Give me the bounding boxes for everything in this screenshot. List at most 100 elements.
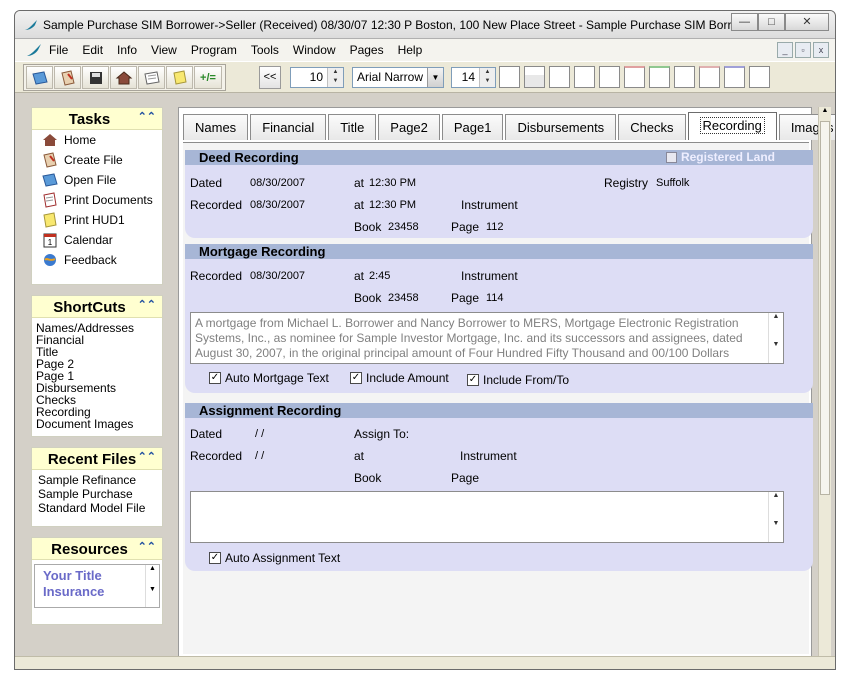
deed-dated-time-field[interactable]: 12:30 PM [369, 177, 416, 189]
assignment-recorded-field[interactable]: / / [255, 450, 264, 462]
menu-info[interactable]: Info [117, 43, 137, 57]
chevron-down-icon[interactable]: ▼ [427, 68, 443, 87]
menu-file[interactable]: File [49, 43, 68, 57]
tab-financial[interactable]: Financial [250, 114, 327, 140]
print-toolbar-button[interactable] [138, 66, 165, 89]
tab-disbursements[interactable]: Disbursements [505, 114, 617, 140]
menu-help[interactable]: Help [398, 43, 423, 57]
tab-title[interactable]: Title [328, 114, 377, 140]
resources-panel-header[interactable]: Resources ⌃⌃ [32, 538, 162, 560]
checkmark-icon[interactable]: ✓ [209, 552, 221, 564]
notes-toolbar-button[interactable] [166, 66, 193, 89]
task-print-documents[interactable]: Print Documents [32, 190, 162, 210]
recent-file-item[interactable]: Standard Model File [32, 502, 162, 514]
scroll-up-icon[interactable]: ▲ [819, 107, 831, 114]
task-home[interactable]: Home [32, 130, 162, 150]
create-file-toolbar-button[interactable] [54, 66, 81, 89]
recent-file-item[interactable]: Sample Purchase [32, 488, 162, 500]
deed-page-field[interactable]: 112 [486, 221, 504, 233]
font-size-stepper[interactable]: 14 ▲ ▼ [451, 67, 496, 88]
mortgage-recorded-field[interactable]: 08/30/2007 [250, 270, 305, 282]
format-box-button[interactable] [599, 66, 620, 88]
collapse-icon[interactable]: ⌃⌃ [138, 450, 156, 463]
collapse-icon[interactable]: ⌃⌃ [138, 540, 156, 553]
menu-program[interactable]: Program [191, 43, 237, 57]
mortgage-book-field[interactable]: 23458 [388, 292, 419, 304]
task-create-file[interactable]: Create File [32, 150, 162, 170]
checkmark-icon[interactable]: ✓ [350, 372, 362, 384]
format-box-button[interactable] [524, 66, 545, 88]
doc-restore-button[interactable]: ▫ [795, 42, 811, 58]
resource-item[interactable]: Your Title [43, 568, 159, 584]
previous-page-button[interactable]: << [259, 66, 281, 89]
assignment-text-area[interactable]: ▲ ▼ [190, 491, 784, 543]
assignment-dated-field[interactable]: / / [255, 428, 264, 440]
resources-list[interactable]: Your Title Insurance ▲ ▼ [34, 564, 160, 608]
stepper-arrows-icon[interactable]: ▲ ▼ [327, 68, 343, 87]
task-print-hud1[interactable]: Print HUD1 [32, 210, 162, 230]
format-box-button[interactable] [574, 66, 595, 88]
doc-close-button[interactable]: x [813, 42, 829, 58]
format-box-button[interactable] [724, 66, 745, 88]
shortcuts-panel-header[interactable]: ShortCuts ⌃⌃ [32, 296, 162, 318]
collapse-icon[interactable]: ⌃⌃ [138, 298, 156, 311]
tab-names[interactable]: Names [183, 114, 249, 140]
tab-checks[interactable]: Checks [618, 114, 686, 140]
mortgage-page-field[interactable]: 114 [486, 292, 504, 304]
title-bar[interactable]: Sample Purchase SIM Borrower->Seller (Re… [15, 11, 835, 39]
mortgage-text-area[interactable]: A mortgage from Michael L. Borrower and … [190, 312, 784, 364]
deed-recorded-time-field[interactable]: 12:30 PM [369, 199, 416, 211]
format-box-button[interactable] [499, 66, 520, 88]
checkmark-icon[interactable]: ✓ [467, 374, 479, 386]
open-file-toolbar-button[interactable] [26, 66, 53, 89]
task-feedback[interactable]: Feedback [32, 250, 162, 270]
tasks-panel-header[interactable]: Tasks ⌃⌃ [32, 108, 162, 130]
close-button[interactable]: ✕ [785, 13, 829, 31]
scrollbar-thumb[interactable] [820, 121, 830, 495]
auto-assignment-text-checkbox[interactable]: ✓ Auto Assignment Text [209, 551, 340, 565]
home-toolbar-button[interactable] [110, 66, 137, 89]
format-box-button[interactable] [649, 66, 670, 88]
recent-files-panel-header[interactable]: Recent Files ⌃⌃ [32, 448, 162, 470]
tab-recording[interactable]: Recording [687, 112, 777, 140]
menu-edit[interactable]: Edit [82, 43, 103, 57]
deed-book-field[interactable]: 23458 [388, 221, 419, 233]
checkmark-icon[interactable]: ✓ [209, 372, 221, 384]
format-box-button[interactable] [624, 66, 645, 88]
shortcut-document-images[interactable]: Document Images [32, 418, 162, 430]
task-open-file[interactable]: Open File [32, 170, 162, 190]
auto-mortgage-text-checkbox[interactable]: ✓ Auto Mortgage Text [209, 371, 329, 385]
resources-scrollbar[interactable]: ▲ ▼ [145, 565, 159, 607]
resource-item[interactable]: Insurance [43, 584, 159, 600]
menu-tools[interactable]: Tools [251, 43, 279, 57]
maximize-button[interactable]: □ [758, 13, 785, 31]
save-toolbar-button[interactable] [82, 66, 109, 89]
main-vertical-scrollbar[interactable]: ▲ [818, 107, 831, 659]
tab-page1[interactable]: Page1 [441, 114, 504, 140]
deed-dated-field[interactable]: 08/30/2007 [250, 177, 305, 189]
include-amount-checkbox[interactable]: ✓ Include Amount [350, 371, 449, 385]
mortgage-time-field[interactable]: 2:45 [369, 270, 390, 282]
registered-land-checkbox[interactable]: Registered Land [665, 150, 775, 165]
font-name-select[interactable]: Arial Narrow ▼ [352, 67, 444, 88]
minimize-button[interactable]: — [731, 13, 758, 31]
document-icon[interactable] [25, 42, 43, 58]
stepper-arrows-icon[interactable]: ▲ ▼ [479, 68, 495, 87]
task-calendar[interactable]: 1 Calendar [32, 230, 162, 250]
deed-recorded-field[interactable]: 08/30/2007 [250, 199, 305, 211]
checkbox-icon[interactable] [665, 152, 677, 163]
format-box-button[interactable] [674, 66, 695, 88]
menu-view[interactable]: View [151, 43, 177, 57]
mortgage-text-scrollbar[interactable]: ▲ ▼ [768, 313, 783, 363]
format-box-button[interactable] [549, 66, 570, 88]
tab-page2[interactable]: Page2 [378, 114, 440, 140]
include-from-to-checkbox[interactable]: ✓ Include From/To [467, 373, 569, 387]
menu-window[interactable]: Window [293, 43, 336, 57]
format-box-button[interactable] [749, 66, 770, 88]
doc-minimize-button[interactable]: _ [777, 42, 793, 58]
deed-registry-field[interactable]: Suffolk [656, 177, 689, 189]
add-equal-button[interactable]: +/= [194, 66, 222, 89]
format-box-button[interactable] [699, 66, 720, 88]
page-stepper[interactable]: 10 ▲ ▼ [290, 67, 344, 88]
menu-pages[interactable]: Pages [350, 43, 384, 57]
